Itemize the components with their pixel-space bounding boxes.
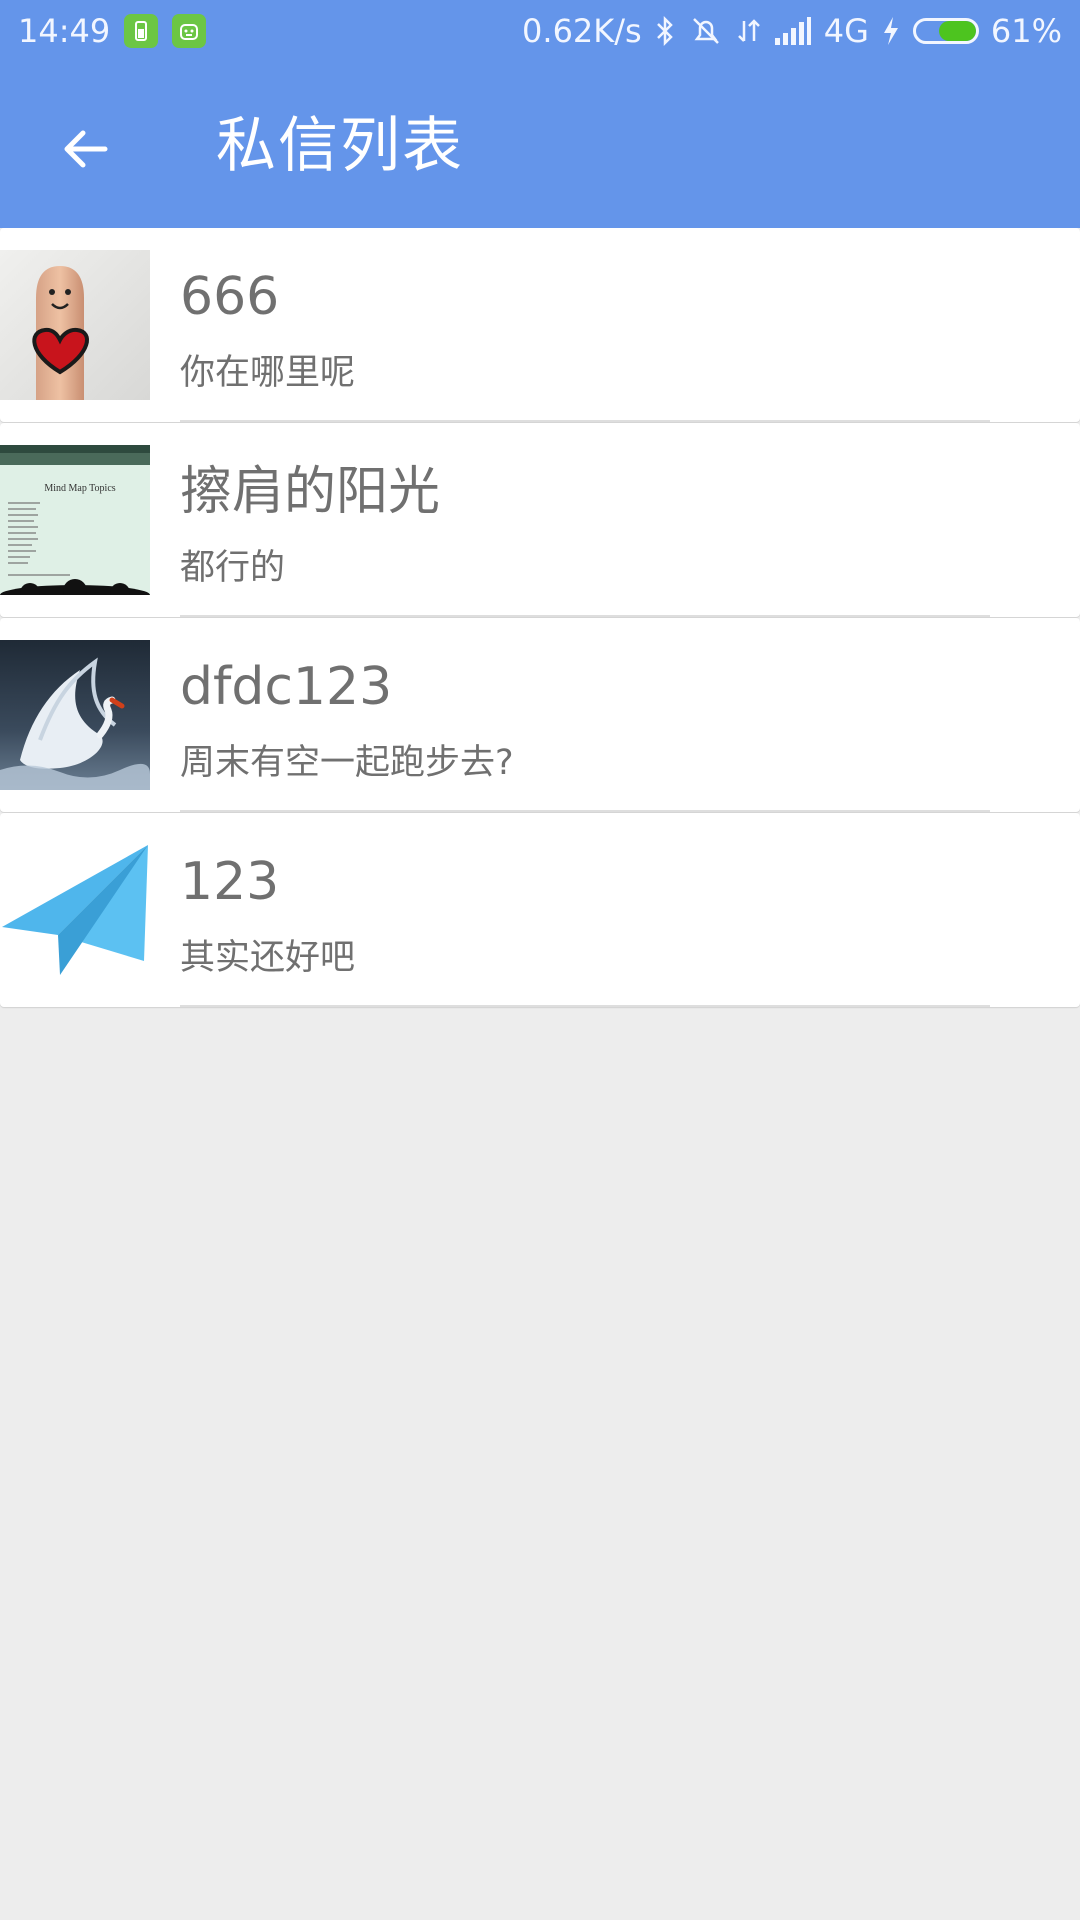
charging-icon [881,15,901,47]
divider [180,615,990,617]
conversation-list: 666 你在哪里呢 Mind Map Topics 擦肩的阳光 都行的 dfdc… [0,228,1080,1008]
contact-name: dfdc123 [180,657,393,717]
conversation-item[interactable]: Mind Map Topics 擦肩的阳光 都行的 [0,423,1080,617]
conversation-item[interactable]: 666 你在哪里呢 [0,228,1080,422]
status-right: 0.62K/s 4G 61% [522,0,1080,62]
net-speed: 0.62K/s [522,12,642,50]
last-message: 你在哪里呢 [180,353,356,393]
battery-fill [939,21,976,41]
data-arrows-icon [736,15,762,47]
avatar[interactable] [0,250,150,400]
avatar[interactable]: Mind Map Topics [0,445,150,595]
slide-title: Mind Map Topics [44,483,115,494]
back-button[interactable] [50,114,120,184]
conversation-item[interactable]: dfdc123 周末有空一起跑步去? [0,618,1080,812]
status-time: 14:49 [18,12,111,50]
finger-heart-photo [0,250,150,400]
avatar[interactable] [0,835,150,985]
app-bar: 私信列表 [0,62,1080,228]
network-type: 4G [823,12,869,50]
page-title: 私信列表 [216,111,464,181]
last-message: 其实还好吧 [180,938,356,978]
last-message: 都行的 [180,548,286,588]
mute-icon [688,15,724,47]
paper-plane-icon [0,835,150,985]
avatar[interactable] [0,640,150,790]
arrow-left-icon [64,130,108,168]
swan-photo [0,640,150,790]
battery-indicator [912,18,979,44]
android-app-icon [172,14,207,48]
signal-icon [774,16,812,46]
contact-name: 擦肩的阳光 [180,462,441,522]
battery-app-icon [124,14,159,48]
status-left: 14:49 [0,0,207,62]
conversation-item[interactable]: 123 其实还好吧 [0,813,1080,1007]
divider [180,420,990,422]
last-message: 周末有空一起跑步去? [180,743,514,783]
mind-map-slide-photo: Mind Map Topics [0,445,150,595]
status-bar: 14:49 0.62K/s 4G 61% [0,0,1080,62]
contact-name: 123 [180,852,280,912]
contact-name: 666 [180,267,280,327]
battery-percent: 61% [990,12,1062,50]
divider [180,810,990,812]
bluetooth-icon [654,15,676,47]
divider [180,1005,990,1007]
